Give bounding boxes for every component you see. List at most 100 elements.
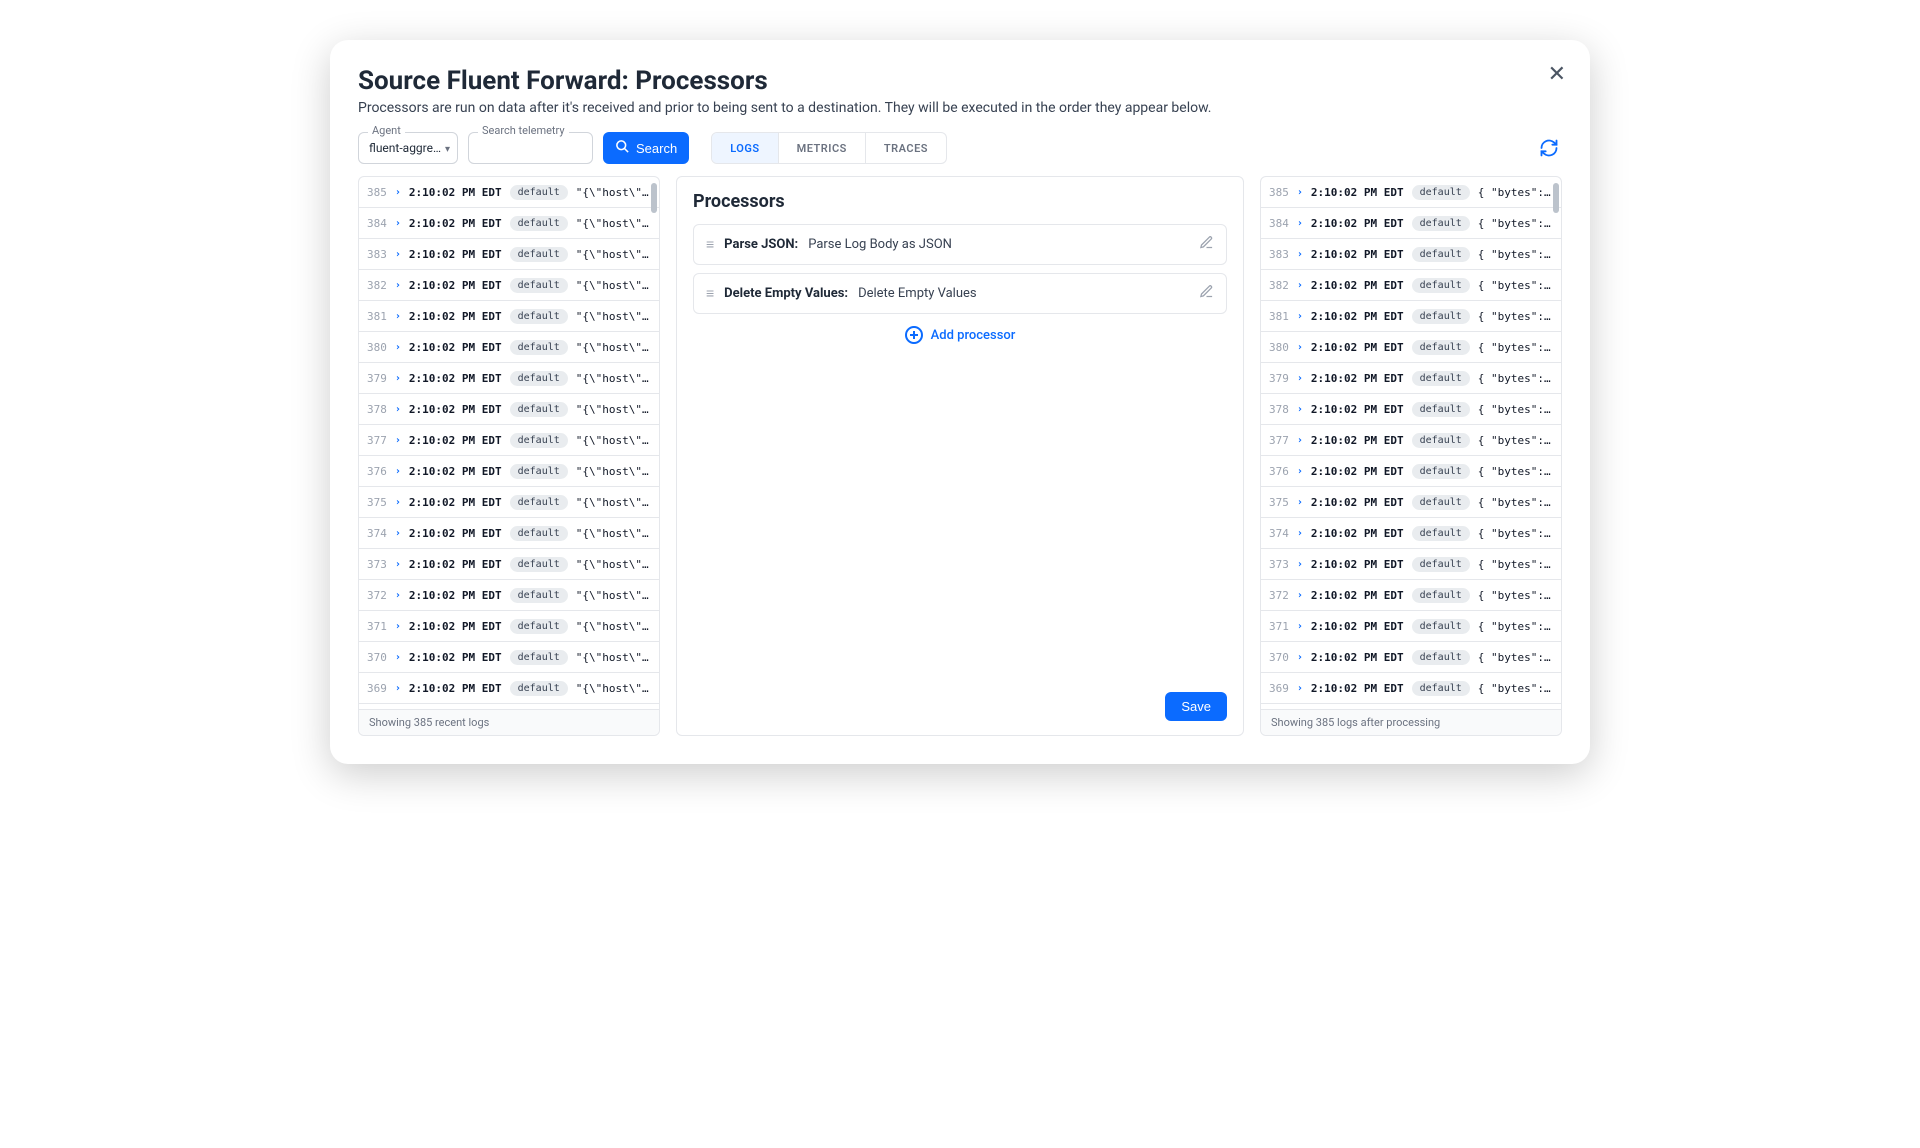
log-row[interactable]: 380›2:10:02 PM EDTdefault{ "bytes": 2340… bbox=[1261, 332, 1561, 363]
log-row[interactable]: 375›2:10:02 PM EDTdefault"{\"host\":\"18… bbox=[359, 487, 659, 518]
close-icon[interactable]: ✕ bbox=[1548, 62, 1566, 87]
log-row[interactable]: 374›2:10:02 PM EDTdefault"{\"host\":\"58… bbox=[359, 518, 659, 549]
log-time: 2:10:02 PM EDT bbox=[409, 465, 502, 478]
log-row[interactable]: 370›2:10:02 PM EDTdefault"{\"host\":\"4.… bbox=[359, 642, 659, 673]
log-row[interactable]: 381›2:10:02 PM EDTdefault"{\"host\":\"23… bbox=[359, 301, 659, 332]
log-row[interactable]: 369›2:10:02 PM EDTdefault"{\"host\":\"18… bbox=[359, 673, 659, 704]
log-tag: default bbox=[1412, 340, 1470, 355]
log-row[interactable]: 378›2:10:02 PM EDTdefault{ "bytes": 1371… bbox=[1261, 394, 1561, 425]
processor-desc: Delete Empty Values bbox=[858, 286, 977, 301]
log-index: 377 bbox=[367, 434, 387, 447]
log-row[interactable]: 372›2:10:02 PM EDTdefault"{\"host\":\"20… bbox=[359, 580, 659, 611]
agent-field: Agent fluent-aggre… ▾ bbox=[358, 132, 458, 164]
log-row[interactable]: 384›2:10:02 PM EDTdefault"{\"host\":\"10… bbox=[359, 208, 659, 239]
chevron-right-icon: › bbox=[395, 187, 401, 198]
chevron-right-icon: › bbox=[1297, 187, 1303, 198]
log-row[interactable]: 371›2:10:02 PM EDTdefault"{\"host\":\"69… bbox=[359, 611, 659, 642]
chevron-right-icon: › bbox=[1297, 280, 1303, 291]
chevron-right-icon: › bbox=[1297, 528, 1303, 539]
log-row[interactable]: 379›2:10:02 PM EDTdefault{ "bytes": 2721… bbox=[1261, 363, 1561, 394]
search-button[interactable]: Search bbox=[603, 132, 689, 164]
log-row[interactable]: 376›2:10:02 PM EDTdefault"{\"host\":\"18… bbox=[359, 456, 659, 487]
tab-metrics[interactable]: METRICS bbox=[779, 133, 866, 163]
processed-log-list[interactable]: 385›2:10:02 PM EDTdefault{ "bytes": 1756… bbox=[1261, 177, 1561, 709]
log-row[interactable]: 378›2:10:02 PM EDTdefault"{\"host\":\"12… bbox=[359, 394, 659, 425]
log-row[interactable]: 382›2:10:02 PM EDTdefault{ "bytes": 1710… bbox=[1261, 270, 1561, 301]
log-row[interactable]: 384›2:10:02 PM EDTdefault{ "bytes": 3498… bbox=[1261, 208, 1561, 239]
log-body: { "bytes": 17562, … bbox=[1478, 186, 1553, 199]
log-row[interactable]: 380›2:10:02 PM EDTdefault"{\"host\":\"14… bbox=[359, 332, 659, 363]
search-field: Search telemetry bbox=[468, 132, 593, 164]
chevron-right-icon: › bbox=[1297, 373, 1303, 384]
save-button[interactable]: Save bbox=[1165, 692, 1227, 721]
log-row[interactable]: 373›2:10:02 PM EDTdefault{ "bytes": 1635… bbox=[1261, 549, 1561, 580]
log-row[interactable]: 379›2:10:02 PM EDTdefault"{\"host\":\"11… bbox=[359, 363, 659, 394]
processors-panel: Processors ≡Parse JSON: Parse Log Body a… bbox=[676, 176, 1244, 736]
log-index: 369 bbox=[367, 682, 387, 695]
log-row[interactable]: 375›2:10:02 PM EDTdefault{ "bytes": 2219… bbox=[1261, 487, 1561, 518]
log-tag: default bbox=[1412, 495, 1470, 510]
log-time: 2:10:02 PM EDT bbox=[409, 403, 502, 416]
log-tag: default bbox=[510, 495, 568, 510]
log-tag: default bbox=[510, 371, 568, 386]
raw-log-list[interactable]: 385›2:10:02 PM EDTdefault"{\"host\":\"12… bbox=[359, 177, 659, 709]
log-tag: default bbox=[1412, 526, 1470, 541]
add-processor-label: Add processor bbox=[931, 328, 1016, 343]
log-index: 370 bbox=[367, 651, 387, 664]
log-tag: default bbox=[1412, 557, 1470, 572]
log-row[interactable]: 370›2:10:02 PM EDTdefault{ "bytes": 1030… bbox=[1261, 642, 1561, 673]
log-body: { "bytes": 24321, … bbox=[1478, 682, 1553, 695]
tab-logs[interactable]: LOGS bbox=[712, 133, 778, 163]
scrollbar-thumb[interactable] bbox=[651, 183, 657, 213]
processor-item[interactable]: ≡Parse JSON: Parse Log Body as JSON bbox=[693, 224, 1227, 265]
log-row[interactable]: 374›2:10:02 PM EDTdefault{ "bytes": 2356… bbox=[1261, 518, 1561, 549]
log-time: 2:10:02 PM EDT bbox=[409, 279, 502, 292]
log-row[interactable]: 385›2:10:02 PM EDTdefault"{\"host\":\"12… bbox=[359, 177, 659, 208]
tab-traces[interactable]: TRACES bbox=[866, 133, 946, 163]
log-row[interactable]: 381›2:10:02 PM EDTdefault{ "bytes": 2457… bbox=[1261, 301, 1561, 332]
log-row[interactable]: 376›2:10:02 PM EDTdefault{ "bytes": 7196… bbox=[1261, 456, 1561, 487]
drag-handle-icon[interactable]: ≡ bbox=[706, 287, 714, 301]
log-index: 373 bbox=[367, 558, 387, 571]
log-row[interactable]: 385›2:10:02 PM EDTdefault{ "bytes": 1756… bbox=[1261, 177, 1561, 208]
log-time: 2:10:02 PM EDT bbox=[1311, 589, 1404, 602]
edit-icon[interactable] bbox=[1199, 235, 1214, 254]
refresh-icon[interactable] bbox=[1536, 135, 1562, 161]
log-row[interactable]: 373›2:10:02 PM EDTdefault"{\"host\":\"43… bbox=[359, 549, 659, 580]
chevron-right-icon: › bbox=[1297, 652, 1303, 663]
add-processor-button[interactable]: Add processor bbox=[693, 326, 1227, 344]
chevron-right-icon: › bbox=[395, 621, 401, 632]
log-index: 384 bbox=[367, 217, 387, 230]
edit-icon[interactable] bbox=[1199, 284, 1214, 303]
log-index: 376 bbox=[367, 465, 387, 478]
log-tag: default bbox=[510, 681, 568, 696]
log-time: 2:10:02 PM EDT bbox=[1311, 341, 1404, 354]
log-row[interactable]: 383›2:10:02 PM EDTdefault{ "bytes": 1133… bbox=[1261, 239, 1561, 270]
processor-name: Delete Empty Values: bbox=[724, 286, 848, 301]
log-time: 2:10:02 PM EDT bbox=[409, 496, 502, 509]
raw-logs-footer: Showing 385 recent logs bbox=[359, 709, 659, 735]
scrollbar-thumb[interactable] bbox=[1553, 183, 1559, 213]
log-row[interactable]: 377›2:10:02 PM EDTdefault{ "bytes": 2570… bbox=[1261, 425, 1561, 456]
log-time: 2:10:02 PM EDT bbox=[1311, 682, 1404, 695]
log-index: 378 bbox=[1269, 403, 1289, 416]
search-button-label: Search bbox=[636, 141, 677, 156]
log-index: 374 bbox=[367, 527, 387, 540]
log-row[interactable]: 371›2:10:02 PM EDTdefault{ "bytes": 4456… bbox=[1261, 611, 1561, 642]
log-tag: default bbox=[510, 278, 568, 293]
log-tag: default bbox=[1412, 433, 1470, 448]
log-row[interactable]: 382›2:10:02 PM EDTdefault"{\"host\":\"10… bbox=[359, 270, 659, 301]
drag-handle-icon[interactable]: ≡ bbox=[706, 238, 714, 252]
chevron-right-icon: › bbox=[1297, 249, 1303, 260]
log-tag: default bbox=[510, 309, 568, 324]
chevron-right-icon: › bbox=[395, 435, 401, 446]
chevron-right-icon: › bbox=[395, 342, 401, 353]
page-title: Source Fluent Forward: Processors bbox=[358, 66, 1562, 96]
processor-item[interactable]: ≡ Delete Empty Values: Delete Empty Value… bbox=[693, 273, 1227, 314]
log-row[interactable]: 377›2:10:02 PM EDTdefault"{\"host\":\"14… bbox=[359, 425, 659, 456]
log-row[interactable]: 383›2:10:02 PM EDTdefault"{\"host\":\"16… bbox=[359, 239, 659, 270]
log-row[interactable]: 372›2:10:02 PM EDTdefault{ "bytes": 1010… bbox=[1261, 580, 1561, 611]
log-row[interactable]: 369›2:10:02 PM EDTdefault{ "bytes": 2432… bbox=[1261, 673, 1561, 704]
log-time: 2:10:02 PM EDT bbox=[409, 527, 502, 540]
log-body: "{\"host\":\"180.1… bbox=[576, 465, 651, 478]
